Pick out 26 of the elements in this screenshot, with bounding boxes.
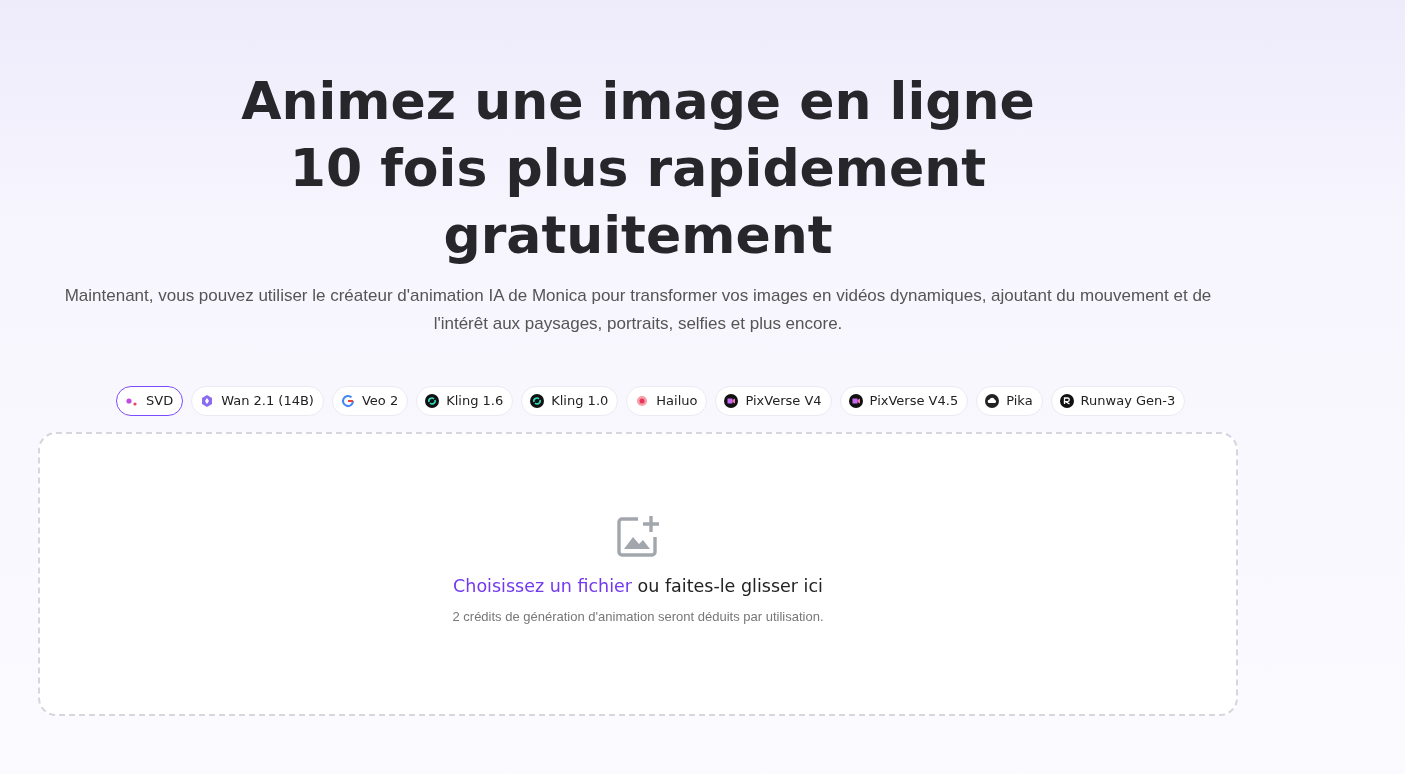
choose-file-link[interactable]: Choisissez un fichier (453, 576, 632, 597)
model-chip[interactable]: Veo 2 (331, 386, 409, 416)
model-chip[interactable]: SVD (116, 386, 184, 416)
page-title: Animez une image en ligne 10 fois plus rapidement gratuitement (240, 70, 1036, 267)
pixverse-logo-icon (848, 394, 863, 408)
add-image-icon (616, 515, 660, 558)
upload-dropzone[interactable]: Choisissez un fichier ou faites-le glisser ici 2 crédits de génération d'animation seront déduits par utilisation. (38, 432, 1238, 716)
star-logo-icon (200, 394, 215, 408)
page-subtitle: Maintenant, vous pouvez utiliser le créateur d'animation IA de Monica pour transformer vos images en vidéos dynamiques, ajoutant du mouvement et de l'intérêt aux paysages, portraits, selfies et plus encore. (63, 285, 1213, 335)
runway-logo-icon (1059, 394, 1074, 408)
model-chip[interactable]: Runway Gen-3 (1050, 386, 1186, 416)
model-chip[interactable]: PixVerse V4 (715, 386, 832, 416)
google-g-icon (340, 394, 355, 408)
upload-instruction: Choisissez un fichier ou faites-le glisser ici (453, 575, 823, 599)
model-chip[interactable]: Wan 2.1 (14B) (191, 386, 324, 416)
model-chip[interactable]: Hailuo (626, 386, 708, 416)
model-chip[interactable]: PixVerse V4.5 (839, 386, 969, 416)
model-chip[interactable]: Kling 1.6 (416, 386, 514, 416)
credits-note: 2 crédits de génération d'animation seront déduits par utilisation. (452, 608, 824, 627)
hailuo-logo-icon (635, 394, 650, 408)
model-chip[interactable]: Kling 1.0 (521, 386, 619, 416)
cloud-logo-icon (985, 394, 1000, 408)
kling-logo-icon (530, 394, 545, 408)
pixverse-logo-icon (724, 394, 739, 408)
kling-logo-icon (425, 394, 440, 408)
model-chip[interactable]: Pika (976, 386, 1043, 416)
